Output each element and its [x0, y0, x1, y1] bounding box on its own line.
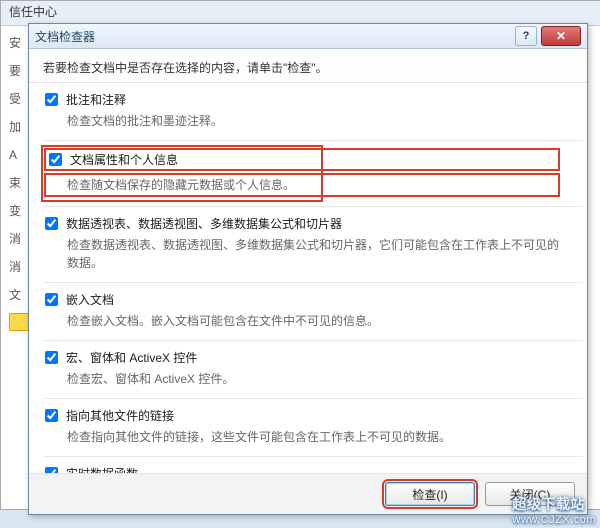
dialog-titlebar: 文档检查器 ? ✕	[29, 24, 587, 49]
inspector-options-list[interactable]: 批注和注释检查文档的批注和墨迹注释。文档属性和个人信息检查随文档保存的隐藏元数据…	[29, 82, 587, 474]
inspector-option: 宏、窗体和 ActiveX 控件检查宏、窗体和 ActiveX 控件。	[43, 341, 583, 399]
dialog-button-bar: 检查(I) 关闭(C)	[29, 474, 587, 514]
option-title: 指向其他文件的链接	[66, 407, 174, 424]
option-description: 检查数据透视表、数据透视图、多维数据集公式和切片器，它们可能包含在工作表上不可见…	[67, 236, 559, 272]
help-button[interactable]: ?	[515, 26, 537, 46]
option-checkbox[interactable]	[49, 153, 62, 166]
dialog-title-text: 文档检查器	[35, 28, 95, 45]
inspector-option: 数据透视表、数据透视图、多维数据集公式和切片器检查数据透视表、数据透视图、多维数…	[43, 207, 583, 283]
option-checkbox[interactable]	[45, 351, 58, 364]
inspect-button[interactable]: 检查(I)	[385, 482, 475, 506]
close-button[interactable]: 关闭(C)	[485, 482, 575, 506]
parent-nav-stubs: 安 要 受 加 A 束 变 消 消 文	[9, 29, 24, 331]
option-checkbox[interactable]	[45, 467, 58, 474]
option-checkbox[interactable]	[45, 293, 58, 306]
option-description: 检查文档的批注和墨迹注释。	[67, 112, 559, 130]
inspector-option: 指向其他文件的链接检查指向其他文件的链接，这些文件可能包含在工作表上不可见的数据…	[43, 399, 583, 457]
option-title: 宏、窗体和 ActiveX 控件	[66, 349, 197, 366]
option-description: 检查宏、窗体和 ActiveX 控件。	[67, 370, 559, 388]
option-checkbox[interactable]	[45, 93, 58, 106]
close-icon[interactable]: ✕	[541, 26, 581, 46]
option-title: 实时数据函数	[66, 465, 138, 474]
inspector-option: 文档属性和个人信息检查随文档保存的隐藏元数据或个人信息。	[43, 141, 583, 207]
option-description: 检查指向其他文件的链接，这些文件可能包含在工作表上不可见的数据。	[67, 428, 559, 446]
option-checkbox[interactable]	[45, 217, 58, 230]
option-description: 检查嵌入文档。嵌入文档可能包含在文件中不可见的信息。	[67, 312, 559, 330]
option-title: 批注和注释	[66, 91, 126, 108]
inspector-option: 实时数据函数检查是否存在可以从工作簿外部提取数据的实时数据 (RTD) 函数。	[43, 457, 583, 474]
option-title: 数据透视表、数据透视图、多维数据集公式和切片器	[66, 215, 342, 232]
option-title: 文档属性和个人信息	[70, 151, 178, 168]
inspector-option: 批注和注释检查文档的批注和墨迹注释。	[43, 83, 583, 141]
option-title: 嵌入文档	[66, 291, 114, 308]
dialog-instruction-text: 若要检查文档中是否存在选择的内容，请单击"检查"。	[29, 49, 587, 82]
warning-badge	[9, 313, 29, 331]
option-checkbox[interactable]	[45, 409, 58, 422]
option-description: 检查随文档保存的隐藏元数据或个人信息。	[45, 174, 559, 196]
inspector-option: 嵌入文档检查嵌入文档。嵌入文档可能包含在文件中不可见的信息。	[43, 283, 583, 341]
document-inspector-dialog: 文档检查器 ? ✕ 若要检查文档中是否存在选择的内容，请单击"检查"。 批注和注…	[28, 23, 588, 515]
